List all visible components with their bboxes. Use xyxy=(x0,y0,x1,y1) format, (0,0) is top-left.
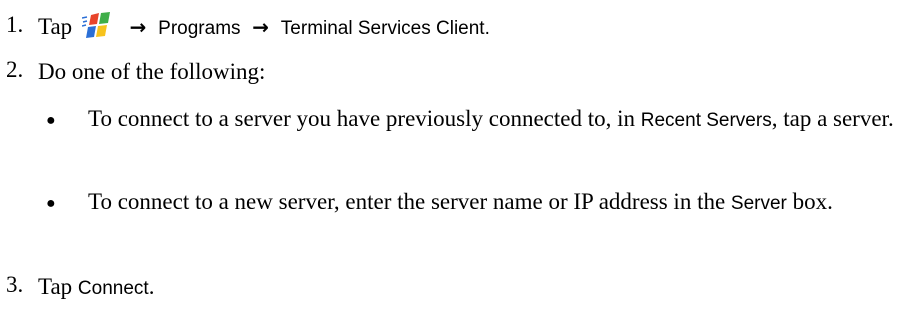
windows-start-flag-icon xyxy=(81,12,116,46)
arrow-icon: → xyxy=(129,15,147,39)
terminal-services-client-label: Terminal Services Client xyxy=(280,18,485,39)
step-3-number: 3. xyxy=(6,272,24,297)
bullet-icon: ● xyxy=(46,112,56,129)
instruction-document: 1. Tap → Programs → Terminal Services Cl… xyxy=(0,0,924,321)
bullet-2-text-start: To connect to a new server, enter the se… xyxy=(88,189,731,214)
arrow-icon: → xyxy=(252,15,270,39)
bullet-1-text: To connect to a server you have previous… xyxy=(88,103,918,136)
bullet-1-text-end: , tap a server. xyxy=(771,106,894,131)
step-2-number: 2. xyxy=(6,57,24,82)
server-box-label: Server xyxy=(730,193,787,214)
bullet-1-text-start: To connect to a server you have previous… xyxy=(88,106,641,131)
bullet-2-text-end: box. xyxy=(786,189,833,214)
programs-menu-label: Programs xyxy=(158,18,241,39)
step-1-prefix: Tap xyxy=(38,14,73,39)
bullet-icon: ● xyxy=(46,195,56,212)
step-3-prefix: Tap xyxy=(38,274,78,299)
connect-label: Connect xyxy=(77,278,149,299)
step-1-text: Tap → Programs → Terminal Services Clien… xyxy=(38,12,490,46)
bullet-2-text: To connect to a new server, enter the se… xyxy=(88,186,918,219)
step-2-text: Do one of the following: xyxy=(38,59,266,84)
step-1-suffix: . xyxy=(484,18,490,39)
recent-servers-label: Recent Servers xyxy=(640,110,772,131)
step-3-suffix: . xyxy=(148,274,155,299)
step-3-text: Tap Connect. xyxy=(38,272,154,304)
step-1-number: 1. xyxy=(6,12,24,37)
